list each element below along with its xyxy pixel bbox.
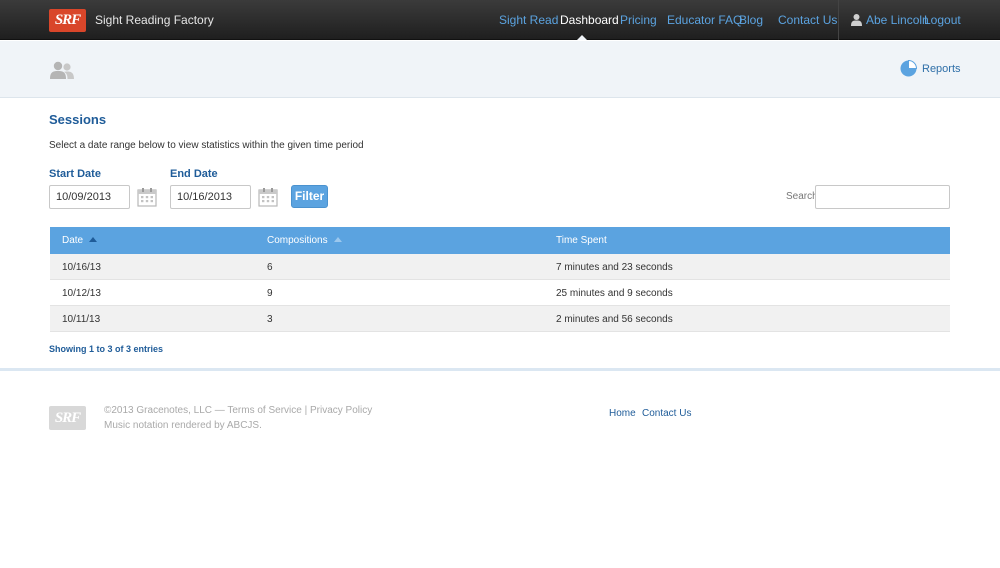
nav-dashboard[interactable]: Dashboard (560, 13, 619, 27)
cell-compositions: 3 (267, 314, 273, 325)
cell-compositions: 6 (267, 262, 273, 273)
pie-chart-icon[interactable] (900, 60, 917, 77)
logout-link[interactable]: Logout (924, 13, 961, 27)
cell-time-spent: 7 minutes and 23 seconds (556, 262, 673, 273)
nav-pricing[interactable]: Pricing (620, 13, 657, 27)
cell-compositions: 9 (267, 288, 273, 299)
start-date-input[interactable] (49, 185, 130, 209)
user-icon (851, 14, 862, 26)
footer-srf-logo: SRF (49, 406, 86, 430)
nav-educator-faq[interactable]: Educator FAQ (667, 13, 742, 27)
nav-blog[interactable]: Blog (739, 13, 763, 27)
page-title: Sessions (49, 112, 107, 127)
end-date-input[interactable] (170, 185, 251, 209)
start-date-label: Start Date (49, 168, 101, 180)
time-spent-column-header[interactable]: Time Spent (556, 235, 607, 246)
filter-button[interactable]: Filter (291, 185, 328, 208)
table-row: 10/11/13 3 2 minutes and 56 seconds (50, 306, 950, 332)
date-column-header[interactable]: Date (62, 235, 98, 246)
people-icon[interactable] (49, 61, 75, 81)
compositions-header-label: Compositions (267, 235, 328, 246)
brand-name[interactable]: Sight Reading Factory (95, 13, 214, 27)
footer-divider (0, 368, 1000, 371)
user-name-link[interactable]: Abe Lincoln (866, 13, 929, 27)
active-nav-caret (577, 35, 587, 40)
nav-divider (838, 0, 839, 40)
cell-date: 10/12/13 (62, 288, 101, 299)
compositions-column-header[interactable]: Compositions (267, 235, 342, 246)
nav-contact-us[interactable]: Contact Us (778, 13, 837, 27)
top-navbar: SRF Sight Reading Factory Sight Read Das… (0, 0, 1000, 40)
calendar-icon[interactable] (137, 187, 157, 207)
calendar-icon[interactable] (258, 187, 278, 207)
table-header: Date Compositions Time Spent (50, 227, 950, 254)
footer-contact-link[interactable]: Contact Us (642, 408, 691, 419)
dashboard-subheader: Reports (0, 41, 1000, 98)
footer-copyright: ©2013 Gracenotes, LLC — Terms of Service… (104, 405, 373, 416)
nav-sight-read[interactable]: Sight Read (499, 13, 558, 27)
cell-date: 10/16/13 (62, 262, 101, 273)
table-row: 10/12/13 9 25 minutes and 9 seconds (50, 280, 950, 306)
cell-time-spent: 25 minutes and 9 seconds (556, 288, 673, 299)
footer-home-link[interactable]: Home (609, 408, 636, 419)
reports-link[interactable]: Reports (922, 63, 961, 75)
sessions-table: Date Compositions Time Spent 10/16/13 6 … (50, 227, 950, 332)
intro-text: Select a date range below to view statis… (49, 140, 364, 151)
footer-notation-credit: Music notation rendered by ABCJS. (104, 420, 262, 431)
sort-icon (333, 236, 342, 242)
cell-date: 10/11/13 (62, 314, 101, 325)
date-header-label: Date (62, 235, 84, 246)
table-info: Showing 1 to 3 of 3 entries (49, 344, 164, 354)
search-input[interactable] (815, 185, 950, 209)
table-row: 10/16/13 6 7 minutes and 23 seconds (50, 254, 950, 280)
cell-time-spent: 2 minutes and 56 seconds (556, 314, 673, 325)
srf-logo[interactable]: SRF (49, 9, 86, 32)
sort-asc-icon (89, 236, 98, 242)
end-date-label: End Date (170, 168, 218, 180)
